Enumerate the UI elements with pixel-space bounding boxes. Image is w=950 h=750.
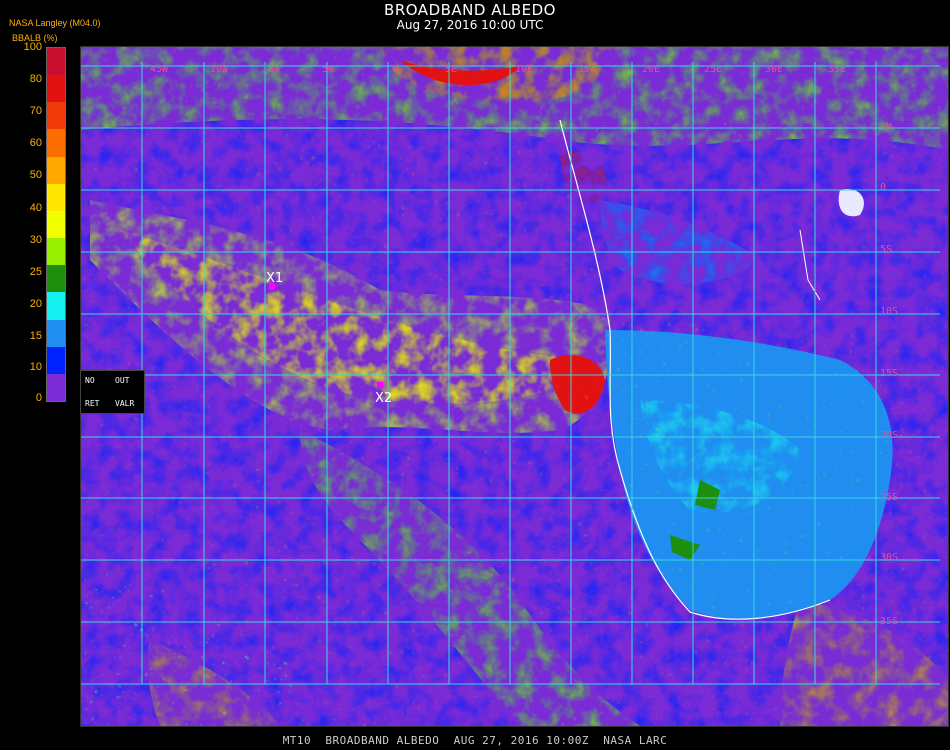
status-valr: VALR [115, 399, 135, 408]
colorbar-swatch [47, 156, 65, 185]
colorbar-tick-label: 40 [29, 202, 42, 214]
colorbar-tick-label: 10 [29, 361, 42, 373]
longitude-label: 5W [322, 64, 335, 75]
longitude-label: 25E [704, 64, 722, 75]
status-ret: RET [85, 399, 100, 408]
colorbar-swatch [47, 102, 65, 130]
latitude-label: 10S [880, 306, 898, 317]
latitude-label: 30S [880, 552, 898, 563]
colorbar-tick-label: 15 [29, 330, 42, 342]
longitude-label: 15E [578, 64, 596, 75]
longitude-label: 20E [642, 64, 660, 75]
marker-x1-label: X1 [266, 271, 283, 286]
colorbar-swatch [47, 48, 65, 76]
longitude-label: 30W [210, 64, 229, 75]
colorbar-swatch [47, 129, 65, 158]
colorbar-tick-label: 50 [29, 169, 42, 181]
marker-x2-label: X2 [375, 391, 392, 406]
status-out: OUT [115, 376, 130, 385]
map-timestamp: Aug 27, 2016 10:00 UTC [396, 18, 544, 32]
latitude-label: 35S [880, 616, 898, 627]
longitude-label: 45W [150, 64, 169, 75]
colorbar-tick-label: 80 [29, 73, 42, 85]
colorbar-swatch [47, 292, 65, 321]
map-title: BROADBAND ALBEDO [384, 1, 556, 19]
latitude-label: 25S [880, 492, 898, 503]
longitude-label: 5E [445, 64, 457, 75]
latitude-label: 15S [880, 368, 898, 379]
colorbar-tick-label: 20 [29, 298, 42, 310]
latitude-label: 20S [880, 430, 898, 441]
latitude-label: 5N [880, 122, 892, 133]
colorbar-tick-label: 100 [23, 41, 42, 53]
longitude-label: 15W [262, 64, 281, 75]
colorbar-swatch [47, 319, 65, 348]
colorbar-swatch [47, 373, 65, 402]
latitude-label: 0 [880, 182, 886, 193]
marker-x2[interactable] [377, 382, 383, 388]
colorbar-swatch [47, 210, 65, 239]
longitude-label: 35E [828, 64, 846, 75]
data-source: NASA Langley (M04.0) [9, 18, 101, 28]
colorbar-tick-label: 25 [29, 266, 42, 278]
footer-caption: MT10 BROADBAND ALBEDO AUG 27, 2016 10:00… [282, 734, 668, 747]
status-panel: NO OUT RET VALR [80, 370, 145, 414]
longitude-label: 0 [392, 64, 398, 75]
latitude-label: 5S [880, 244, 892, 255]
longitude-label: 10E [515, 64, 533, 75]
status-no: NO [85, 376, 95, 385]
colorbar-swatch [47, 265, 65, 293]
colorbar-tick-label: 70 [29, 105, 42, 117]
colorbar-swatch [47, 75, 65, 103]
colorbar-tick-label: 0 [35, 392, 42, 404]
cloud-speckle [80, 46, 948, 726]
colorbar-tick-label: 30 [29, 234, 42, 246]
colorbar [46, 47, 66, 402]
colorbar-swatch [47, 183, 65, 212]
colorbar-swatch [47, 238, 65, 266]
cloud-field [80, 46, 948, 726]
colorbar-tick-label: 60 [29, 137, 42, 149]
colorbar-swatch [47, 346, 65, 375]
longitude-label: 30E [765, 64, 783, 75]
